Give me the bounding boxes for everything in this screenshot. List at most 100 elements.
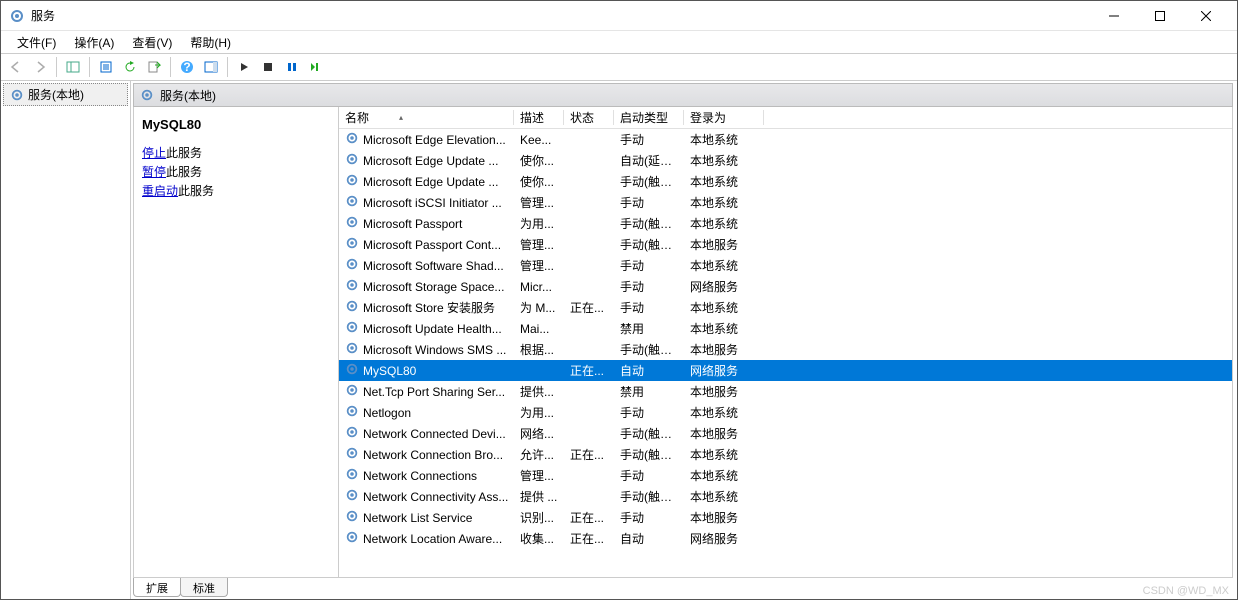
cell-desc: 提供 ...	[514, 488, 564, 505]
start-service-button[interactable]	[233, 56, 255, 78]
service-row[interactable]: Microsoft Software Shad...管理...手动本地系统	[339, 255, 1232, 276]
properties-button[interactable]	[95, 56, 117, 78]
tree-pane: 服务(本地)	[1, 81, 131, 599]
cell-desc: 为 M...	[514, 299, 564, 316]
show-hide-tree-button[interactable]	[62, 56, 84, 78]
cell-name: Microsoft Edge Update ...	[339, 173, 514, 190]
cell-startup: 手动(触发...	[614, 173, 684, 190]
service-row[interactable]: Microsoft Edge Elevation...Kee...手动本地系统	[339, 129, 1232, 150]
gear-icon	[345, 257, 359, 274]
service-row[interactable]: Network Connected Devi...网络...手动(触发...本地…	[339, 423, 1232, 444]
cell-logon: 本地系统	[684, 215, 764, 232]
cell-status: 正在...	[564, 362, 614, 379]
service-row[interactable]: Network Connectivity Ass...提供 ...手动(触发..…	[339, 486, 1232, 507]
column-header-logon[interactable]: 登录为	[684, 107, 764, 128]
back-button[interactable]	[5, 56, 27, 78]
cell-desc: 为用...	[514, 404, 564, 421]
cell-desc: 管理...	[514, 467, 564, 484]
stop-service-button[interactable]	[257, 56, 279, 78]
minimize-button[interactable]	[1091, 1, 1137, 31]
cell-logon: 本地系统	[684, 320, 764, 337]
restart-service-button[interactable]	[305, 56, 327, 78]
service-row[interactable]: Microsoft Store 安装服务为 M...正在...手动本地系统	[339, 297, 1232, 318]
list-rows[interactable]: Microsoft Edge Elevation...Kee...手动本地系统M…	[339, 129, 1232, 577]
export-button[interactable]	[143, 56, 165, 78]
content-header-title: 服务(本地)	[160, 87, 216, 104]
close-button[interactable]	[1183, 1, 1229, 31]
column-header-status[interactable]: 状态	[564, 107, 614, 128]
cell-logon: 本地服务	[684, 425, 764, 442]
cell-desc: 网络...	[514, 425, 564, 442]
gear-icon	[10, 88, 24, 102]
cell-name: Microsoft Software Shad...	[339, 257, 514, 274]
cell-desc: 提供...	[514, 383, 564, 400]
service-row[interactable]: Microsoft Passport为用...手动(触发...本地系统	[339, 213, 1232, 234]
service-row[interactable]: Network List Service识别...正在...手动本地服务	[339, 507, 1232, 528]
cell-name: Network Connection Bro...	[339, 446, 514, 463]
menu-file[interactable]: 文件(F)	[9, 32, 64, 53]
cell-logon: 本地服务	[684, 509, 764, 526]
service-row[interactable]: Network Location Aware...收集...正在...自动网络服…	[339, 528, 1232, 549]
restart-service-link[interactable]: 重启动	[142, 184, 178, 198]
service-row[interactable]: Microsoft Passport Cont...管理...手动(触发...本…	[339, 234, 1232, 255]
gear-icon	[345, 425, 359, 442]
column-header-startup[interactable]: 启动类型	[614, 107, 684, 128]
cell-logon: 本地服务	[684, 341, 764, 358]
gear-icon	[345, 362, 359, 379]
forward-button[interactable]	[29, 56, 51, 78]
cell-startup: 手动	[614, 257, 684, 274]
cell-desc: Kee...	[514, 133, 564, 147]
service-row[interactable]: Netlogon为用...手动本地系统	[339, 402, 1232, 423]
cell-startup: 自动(延迟...	[614, 152, 684, 169]
gear-icon	[345, 299, 359, 316]
tree-item-services-local[interactable]: 服务(本地)	[3, 83, 128, 106]
cell-desc: 管理...	[514, 194, 564, 211]
cell-startup: 手动	[614, 278, 684, 295]
toolbar: ?	[1, 53, 1237, 81]
service-list: 名称▴ 描述 状态 启动类型 登录为 Microsoft Edge Elevat…	[339, 107, 1232, 577]
gear-icon	[345, 383, 359, 400]
cell-logon: 本地系统	[684, 257, 764, 274]
cell-startup: 手动	[614, 131, 684, 148]
cell-logon: 本地系统	[684, 488, 764, 505]
service-row[interactable]: Net.Tcp Port Sharing Ser...提供...禁用本地服务	[339, 381, 1232, 402]
cell-logon: 网络服务	[684, 278, 764, 295]
menu-help[interactable]: 帮助(H)	[182, 32, 239, 53]
action-pane-button[interactable]	[200, 56, 222, 78]
cell-startup: 手动(触发...	[614, 341, 684, 358]
pause-service-button[interactable]	[281, 56, 303, 78]
column-header-desc[interactable]: 描述	[514, 107, 564, 128]
watermark: CSDN @WD_MX	[1143, 585, 1229, 597]
column-header-name[interactable]: 名称▴	[339, 107, 514, 128]
gear-icon	[140, 88, 154, 102]
help-button[interactable]: ?	[176, 56, 198, 78]
service-row[interactable]: Microsoft Update Health...Mai...禁用本地系统	[339, 318, 1232, 339]
stop-service-link[interactable]: 停止	[142, 146, 166, 160]
pause-service-link[interactable]: 暂停	[142, 165, 166, 179]
cell-logon: 本地服务	[684, 236, 764, 253]
maximize-button[interactable]	[1137, 1, 1183, 31]
service-row[interactable]: Microsoft iSCSI Initiator ...管理...手动本地系统	[339, 192, 1232, 213]
tab-extended[interactable]: 扩展	[133, 578, 181, 597]
gear-icon	[9, 8, 25, 24]
refresh-button[interactable]	[119, 56, 141, 78]
cell-status: 正在...	[564, 446, 614, 463]
gear-icon	[345, 194, 359, 211]
cell-startup: 手动	[614, 404, 684, 421]
tab-standard[interactable]: 标准	[180, 578, 228, 597]
service-row[interactable]: MySQL80正在...自动网络服务	[339, 360, 1232, 381]
cell-startup: 手动(触发...	[614, 236, 684, 253]
cell-status: 正在...	[564, 530, 614, 547]
service-row[interactable]: Network Connection Bro...允许...正在...手动(触发…	[339, 444, 1232, 465]
gear-icon	[345, 131, 359, 148]
service-row[interactable]: Microsoft Edge Update ...使你...自动(延迟...本地…	[339, 150, 1232, 171]
service-row[interactable]: Network Connections管理...手动本地系统	[339, 465, 1232, 486]
menu-view[interactable]: 查看(V)	[124, 32, 180, 53]
service-row[interactable]: Microsoft Edge Update ...使你...手动(触发...本地…	[339, 171, 1232, 192]
cell-logon: 本地系统	[684, 446, 764, 463]
service-row[interactable]: Microsoft Windows SMS ...根据...手动(触发...本地…	[339, 339, 1232, 360]
menu-action[interactable]: 操作(A)	[66, 32, 122, 53]
service-row[interactable]: Microsoft Storage Space...Micr...手动网络服务	[339, 276, 1232, 297]
cell-name: Microsoft Edge Update ...	[339, 152, 514, 169]
cell-startup: 手动(触发...	[614, 488, 684, 505]
